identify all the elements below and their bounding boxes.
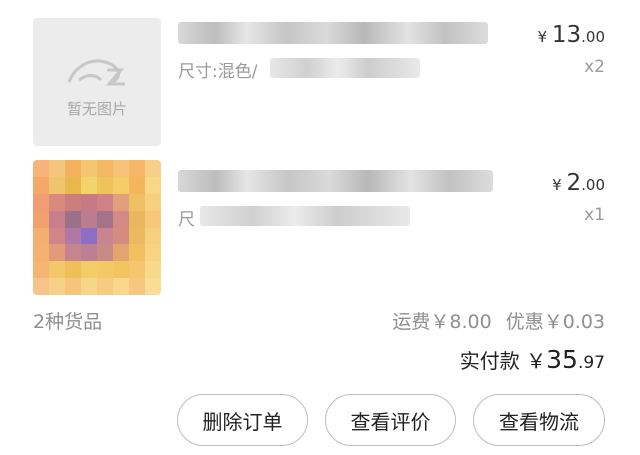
- product-price: ¥ 13.00: [538, 22, 605, 48]
- no-image-logo-icon: [67, 59, 125, 86]
- order-item-2[interactable]: 尺 ¥ 2.00 x1: [0, 150, 640, 300]
- no-image-text: 暂无图片: [66, 100, 127, 118]
- view-logistics-button[interactable]: 查看物流: [473, 394, 605, 446]
- total-integer: 35: [546, 345, 578, 374]
- total-decimal: .97: [577, 353, 605, 373]
- total-paid: 实付款 ￥35.97: [460, 345, 605, 374]
- product-title-blurred[interactable]: [178, 22, 488, 44]
- price-symbol: ¥: [537, 28, 548, 46]
- product-thumbnail-placeholder[interactable]: 暂无图片: [33, 18, 161, 146]
- product-price: ¥ 2.00: [552, 170, 605, 196]
- price-decimal: .00: [581, 28, 605, 46]
- product-thumbnail-image[interactable]: [33, 160, 161, 295]
- price-integer: 2: [566, 170, 582, 196]
- product-quantity: x1: [584, 205, 605, 225]
- discount-amount: 优惠￥0.03: [505, 311, 605, 333]
- view-review-button[interactable]: 查看评价: [325, 394, 456, 446]
- product-spec-label: 尺: [178, 210, 195, 230]
- product-spec-blurred: [270, 58, 420, 78]
- product-title-blurred[interactable]: [178, 170, 493, 192]
- pixelated-product-image: [33, 160, 161, 295]
- price-integer: 13: [551, 22, 582, 48]
- total-label: 实付款: [459, 349, 520, 373]
- order-item-1[interactable]: 暂无图片 尺寸:混色/ ¥ 13.00 x2: [0, 0, 640, 150]
- delete-order-button[interactable]: 删除订单: [177, 394, 308, 446]
- goods-count: 2种货品: [33, 311, 103, 333]
- price-symbol: ¥: [552, 176, 562, 194]
- shipping-fee: 运费￥8.00: [392, 311, 492, 333]
- product-quantity: x2: [584, 57, 605, 77]
- product-spec-blurred: [200, 206, 410, 226]
- product-spec-label: 尺寸:混色/: [178, 62, 258, 82]
- fee-summary: 运费￥8.00 优惠￥0.03: [392, 307, 605, 334]
- price-decimal: .00: [581, 176, 605, 194]
- total-symbol: ￥: [526, 349, 547, 373]
